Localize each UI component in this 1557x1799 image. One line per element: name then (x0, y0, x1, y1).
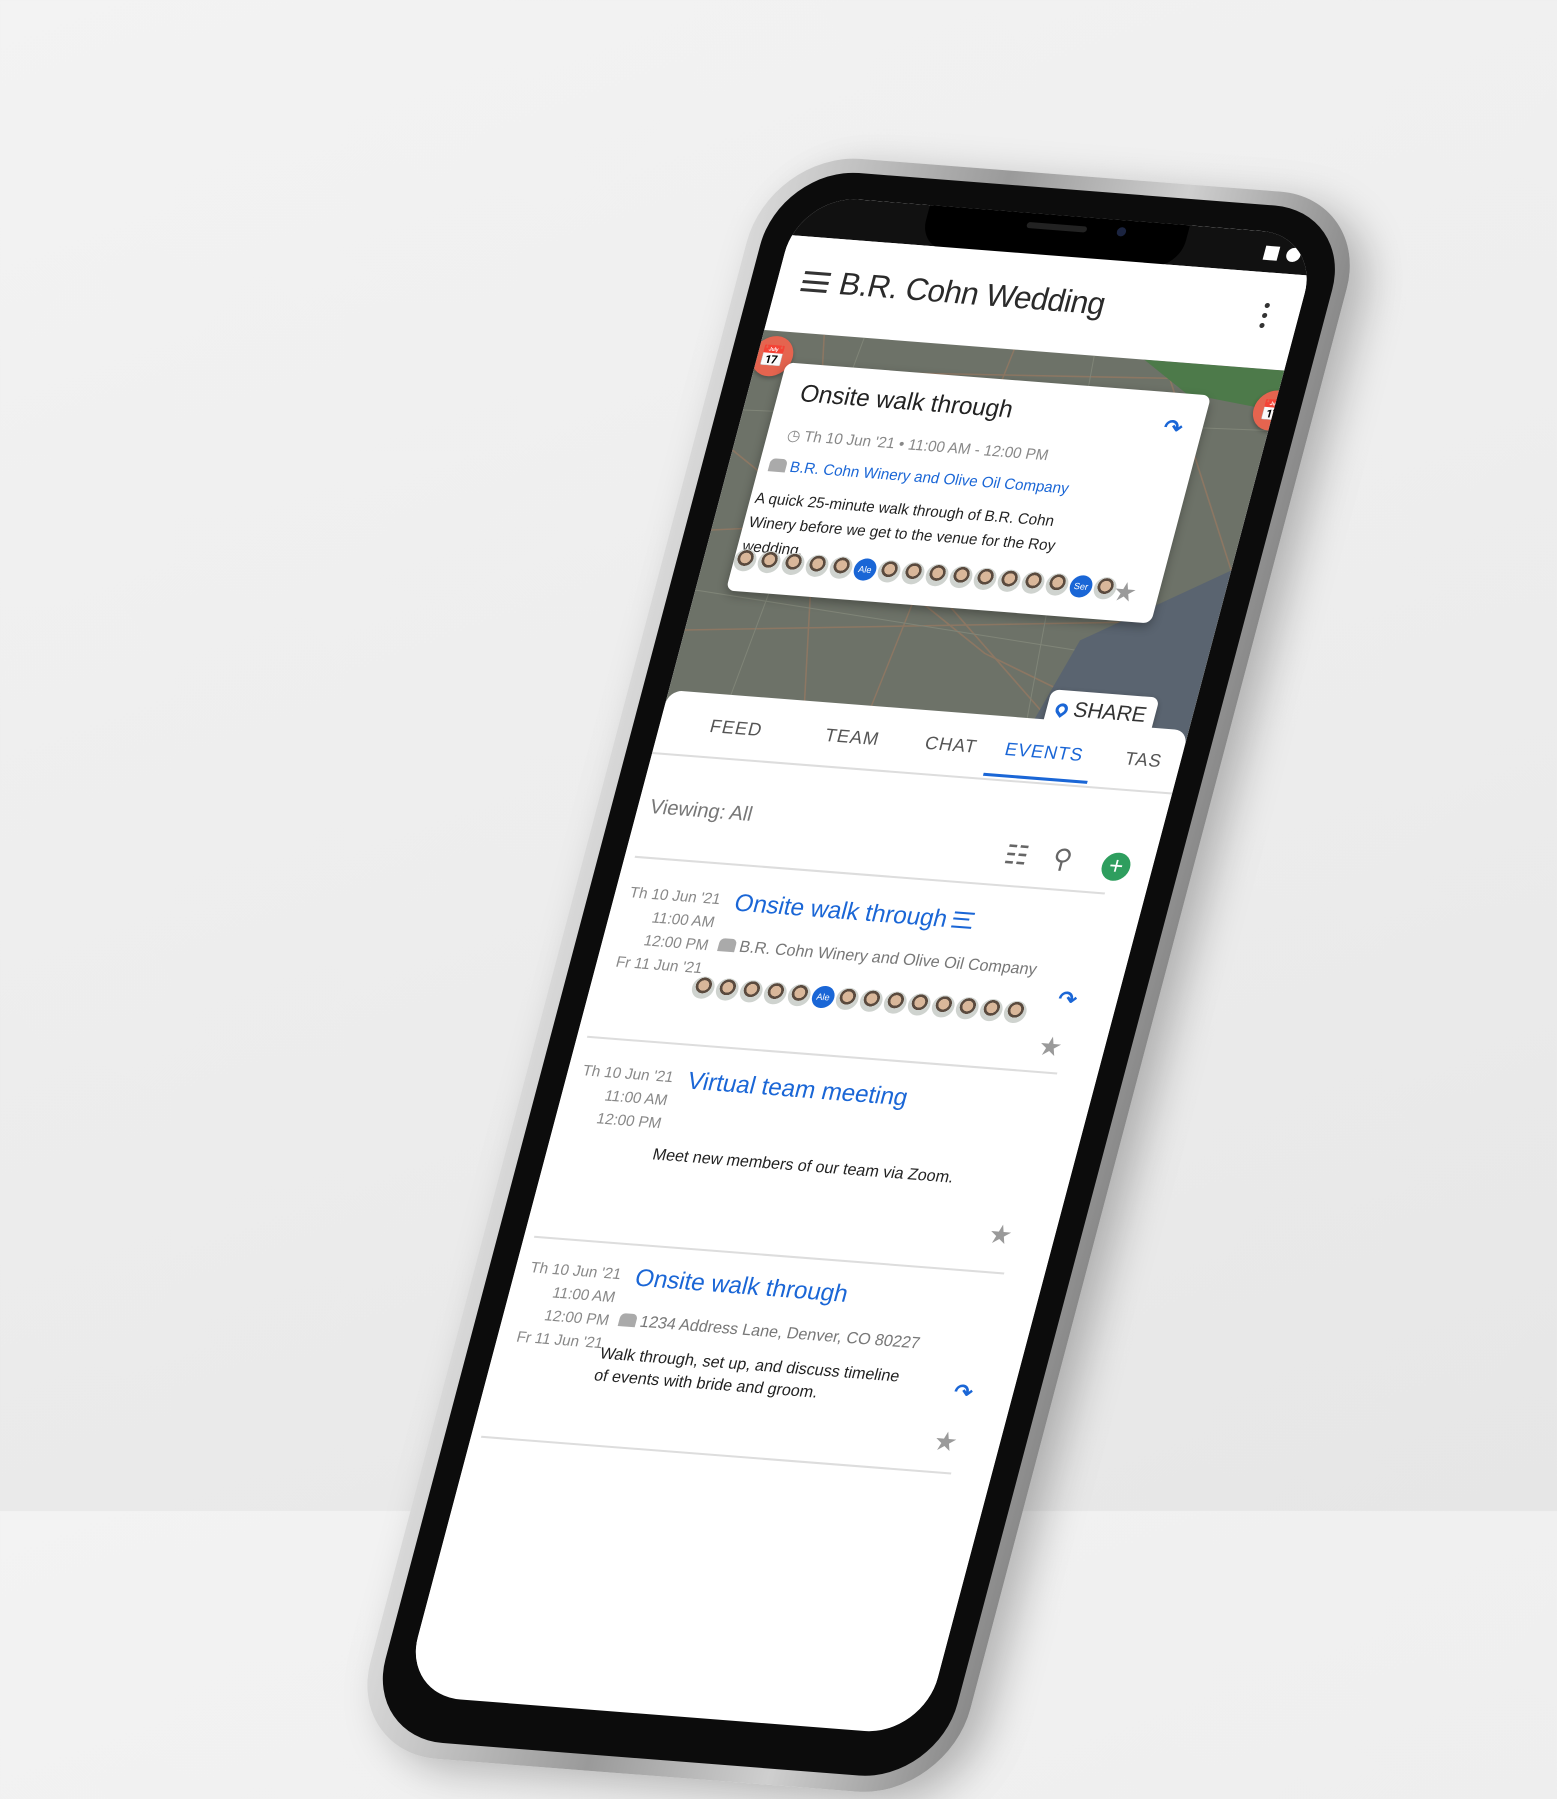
event-location-text: B.R. Cohn Winery and Olive Oil Company (737, 938, 1039, 979)
avatar[interactable]: Ale (809, 985, 838, 1009)
avatar[interactable]: Ale (851, 557, 879, 582)
event-description: Meet new members of our team via Zoom. (650, 1146, 956, 1187)
star-icon[interactable]: ★ (1034, 1030, 1066, 1063)
avatar[interactable] (779, 552, 807, 576)
avatar[interactable]: Ser (1067, 574, 1095, 599)
avatar[interactable] (1019, 570, 1047, 595)
active-tab-indicator (982, 772, 1088, 784)
avatar[interactable] (953, 996, 982, 1021)
add-event-button[interactable]: + (1098, 851, 1134, 882)
divider (480, 1435, 952, 1475)
avatar[interactable] (803, 553, 831, 578)
event-description: Walk through, set up, and discuss timeli… (592, 1345, 902, 1402)
avatar[interactable] (929, 994, 958, 1019)
filter-sliders-icon[interactable]: ☷ (1001, 839, 1032, 872)
avatar[interactable] (971, 567, 999, 591)
event-list-item[interactable]: Th 10 Jun '21 11:00 AM 12:00 PM Fr 11 Ju… (515, 1255, 1039, 1457)
avatar[interactable] (977, 998, 1006, 1022)
building-icon (717, 937, 738, 953)
avatar[interactable] (785, 983, 814, 1008)
tab-events[interactable]: EVENTS (1002, 739, 1086, 766)
avatar[interactable] (905, 992, 934, 1017)
event-location: B.R. Cohn Winery and Olive Oil Company (716, 937, 1039, 980)
event-preview-card[interactable]: Onsite walk through ↷ ◷ Th 10 Jun '21 • … (725, 362, 1212, 624)
avatar[interactable] (827, 555, 855, 580)
avatar[interactable] (923, 563, 951, 588)
avatar[interactable] (1043, 572, 1071, 597)
tab-team[interactable]: TEAM (822, 725, 882, 750)
avatar[interactable] (755, 550, 783, 574)
share-arrow-icon[interactable]: ↷ (1055, 986, 1080, 1013)
avatar[interactable] (857, 988, 886, 1013)
event-title[interactable]: Virtual team meeting (684, 1067, 911, 1112)
avatar[interactable] (875, 559, 903, 584)
building-icon (617, 1312, 639, 1328)
map[interactable]: 📅 📅 Onsite walk through ↷ ◷ Th 10 Jun '2… (663, 330, 1285, 751)
viewing-filter-label[interactable]: Viewing: All (647, 796, 755, 827)
hamburger-icon[interactable] (800, 270, 832, 293)
avatar[interactable] (731, 548, 759, 573)
avatar[interactable] (761, 981, 790, 1006)
event-title-text: Onsite walk through (731, 889, 951, 933)
avatar[interactable] (737, 979, 766, 1004)
tab-chat[interactable]: CHAT (922, 733, 980, 758)
star-icon[interactable]: ★ (985, 1218, 1016, 1251)
event-location-text: 1234 Address Lane, Denver, CO 80227 (637, 1313, 922, 1353)
attendee-avatars: Ale (689, 975, 1030, 1024)
share-arrow-icon[interactable]: ↷ (950, 1379, 976, 1406)
avatar[interactable] (995, 568, 1023, 593)
kebab-icon[interactable] (1258, 302, 1272, 329)
search-icon[interactable]: ⚲ (1049, 843, 1076, 875)
avatar[interactable] (899, 561, 927, 586)
avatar[interactable] (881, 990, 910, 1015)
event-list-item[interactable]: Th 10 Jun '21 11:00 AM 12:00 PM Virtual … (571, 1058, 1091, 1250)
event-list-item[interactable]: Th 10 Jun '21 11:00 AM 12:00 PM Fr 11 Ju… (614, 880, 1138, 1062)
card-datetime: ◷ Th 10 Jun '21 • 11:00 AM - 12:00 PM (785, 426, 1051, 464)
description-lines-icon (951, 911, 976, 929)
phone-screen: B.R. Cohn Wedding 📅 📅 Onsite walk throug… (402, 195, 1320, 1736)
avatar[interactable] (947, 565, 975, 589)
card-datetime-text: Th 10 Jun '21 • 11:00 AM - 12:00 PM (802, 428, 1051, 465)
tab-feed[interactable]: FEED (707, 716, 765, 741)
avatar[interactable] (1001, 1000, 1030, 1024)
card-title: Onsite walk through (796, 380, 1017, 424)
avatar[interactable] (833, 987, 862, 1011)
wifi-icon (1284, 247, 1303, 263)
star-icon[interactable]: ★ (930, 1425, 961, 1458)
event-title[interactable]: Onsite walk through (731, 889, 977, 936)
event-dates: Th 10 Jun '21 11:00 AM 12:00 PM (563, 1059, 676, 1135)
signal-icon (1262, 245, 1281, 261)
building-icon (767, 458, 789, 473)
location-pin-icon (1053, 700, 1071, 718)
tab-tasks[interactable]: TAS (1122, 748, 1165, 772)
avatar[interactable] (689, 975, 718, 1000)
event-dates: Th 10 Jun '21 11:00 AM 12:00 PM Fr 11 Ju… (604, 881, 723, 980)
share-arrow-icon[interactable]: ↷ (1160, 414, 1185, 441)
event-dates: Th 10 Jun '21 11:00 AM 12:00 PM Fr 11 Ju… (505, 1256, 624, 1355)
event-title[interactable]: Onsite walk through (632, 1264, 851, 1309)
page-title: B.R. Cohn Wedding (835, 265, 1110, 322)
avatar[interactable] (713, 977, 742, 1002)
